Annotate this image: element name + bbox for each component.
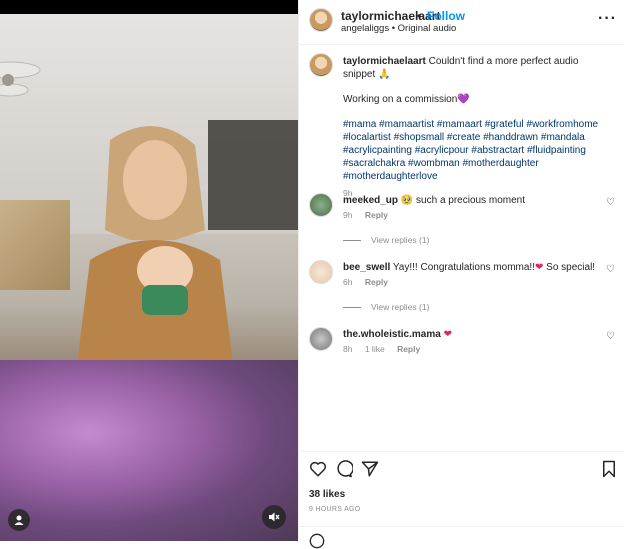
commenter-username[interactable]: meeked_up bbox=[343, 195, 398, 206]
author-avatar[interactable] bbox=[309, 8, 333, 32]
view-replies-button[interactable]: View replies (1) bbox=[343, 235, 429, 245]
commenter-avatar[interactable] bbox=[309, 327, 333, 351]
post-timestamp: 9 HOURS AGO bbox=[309, 506, 361, 513]
comment-meta: 8h 1 like Reply bbox=[343, 344, 430, 354]
caption-username[interactable]: taylormichaelaart bbox=[343, 56, 426, 67]
comment-body: such a precious moment bbox=[416, 195, 525, 206]
bookmark-icon[interactable] bbox=[601, 460, 617, 478]
post-dialog: taylormichaelaart • Follow angelaliggs •… bbox=[0, 0, 624, 549]
comment-emoji: 🥹 bbox=[400, 195, 414, 206]
comment-like-icon[interactable]: ♡ bbox=[606, 264, 615, 275]
mute-button[interactable] bbox=[262, 505, 286, 529]
caption-avatar[interactable] bbox=[309, 53, 333, 77]
more-options-icon[interactable]: ··· bbox=[598, 10, 617, 28]
add-comment-bar[interactable] bbox=[299, 526, 624, 549]
comment-likes[interactable]: 1 like bbox=[365, 344, 385, 354]
comment-emoji: ❤ bbox=[443, 329, 452, 340]
action-bar bbox=[299, 451, 624, 488]
view-replies-label: View replies (1) bbox=[371, 302, 430, 312]
painting-canvas-graphic bbox=[0, 360, 298, 541]
comment-time: 9h bbox=[343, 210, 353, 220]
tapestry-graphic bbox=[0, 200, 70, 290]
view-replies-button[interactable]: View replies (1) bbox=[343, 302, 429, 312]
commenter-avatar[interactable] bbox=[309, 193, 333, 217]
post-sidebar: taylormichaelaart • Follow angelaliggs •… bbox=[298, 0, 624, 549]
follow-button[interactable]: Follow bbox=[427, 9, 465, 23]
audio-attribution[interactable]: angelaliggs • Original audio bbox=[341, 23, 456, 34]
comment-body-continued: So special! bbox=[546, 262, 596, 273]
mute-icon bbox=[269, 512, 280, 522]
comment-like-icon[interactable]: ♡ bbox=[606, 331, 615, 342]
likes-count[interactable]: 38 likes bbox=[309, 489, 345, 500]
caption-hashtags[interactable]: #mama #mamaartist #mamaart #grateful #wo… bbox=[343, 118, 613, 183]
comment-emoji: ❤ bbox=[534, 262, 544, 273]
caption-line2-emoji: 💜 bbox=[457, 94, 470, 105]
comment-body: Yay!!! Congratulations momma!! bbox=[392, 262, 535, 273]
commenter-username[interactable]: the.wholeistic.mama bbox=[343, 329, 441, 340]
comment-time: 6h bbox=[343, 277, 353, 287]
woman-with-baby-graphic bbox=[75, 126, 235, 380]
post-header: taylormichaelaart • Follow angelaliggs •… bbox=[299, 0, 624, 45]
commenter-avatar[interactable] bbox=[309, 260, 333, 284]
post-caption: taylormichaelaart Couldn't find a more p… bbox=[343, 55, 613, 200]
user-tag-icon bbox=[14, 515, 24, 525]
heart-icon[interactable] bbox=[309, 460, 327, 478]
emoji-icon[interactable] bbox=[309, 533, 325, 549]
share-icon[interactable] bbox=[361, 460, 379, 478]
tagged-users-button[interactable] bbox=[8, 509, 30, 531]
caption-line2: Working on a commission bbox=[343, 94, 458, 105]
comment-meta: 6h Reply bbox=[343, 277, 398, 287]
author-username[interactable]: taylormichaelaart bbox=[341, 9, 440, 23]
reply-button[interactable]: Reply bbox=[365, 277, 388, 287]
comment-meta: 9h Reply bbox=[343, 210, 398, 220]
reply-button[interactable]: Reply bbox=[397, 344, 420, 354]
replies-divider bbox=[343, 240, 361, 242]
replies-divider bbox=[343, 307, 361, 309]
commenter-username[interactable]: bee_swell bbox=[343, 262, 390, 273]
ceiling-fan-graphic bbox=[0, 61, 41, 97]
reply-button[interactable]: Reply bbox=[365, 210, 388, 220]
comments-section: taylormichaelaart Couldn't find a more p… bbox=[299, 45, 624, 450]
view-replies-label: View replies (1) bbox=[371, 235, 430, 245]
comment-icon[interactable] bbox=[335, 460, 353, 478]
post-video[interactable] bbox=[0, 0, 298, 541]
comment-time: 8h bbox=[343, 344, 353, 354]
comment-text: the.wholeistic.mama ❤ bbox=[343, 329, 603, 340]
header-separator: • bbox=[417, 9, 422, 23]
comment-text: bee_swell Yay!!! Congratulations momma!!… bbox=[343, 262, 603, 273]
caption-line1-emoji: 🙏 bbox=[378, 69, 391, 80]
comment-text: meeked_up 🥹 such a precious moment bbox=[343, 195, 603, 206]
comment-like-icon[interactable]: ♡ bbox=[606, 197, 615, 208]
